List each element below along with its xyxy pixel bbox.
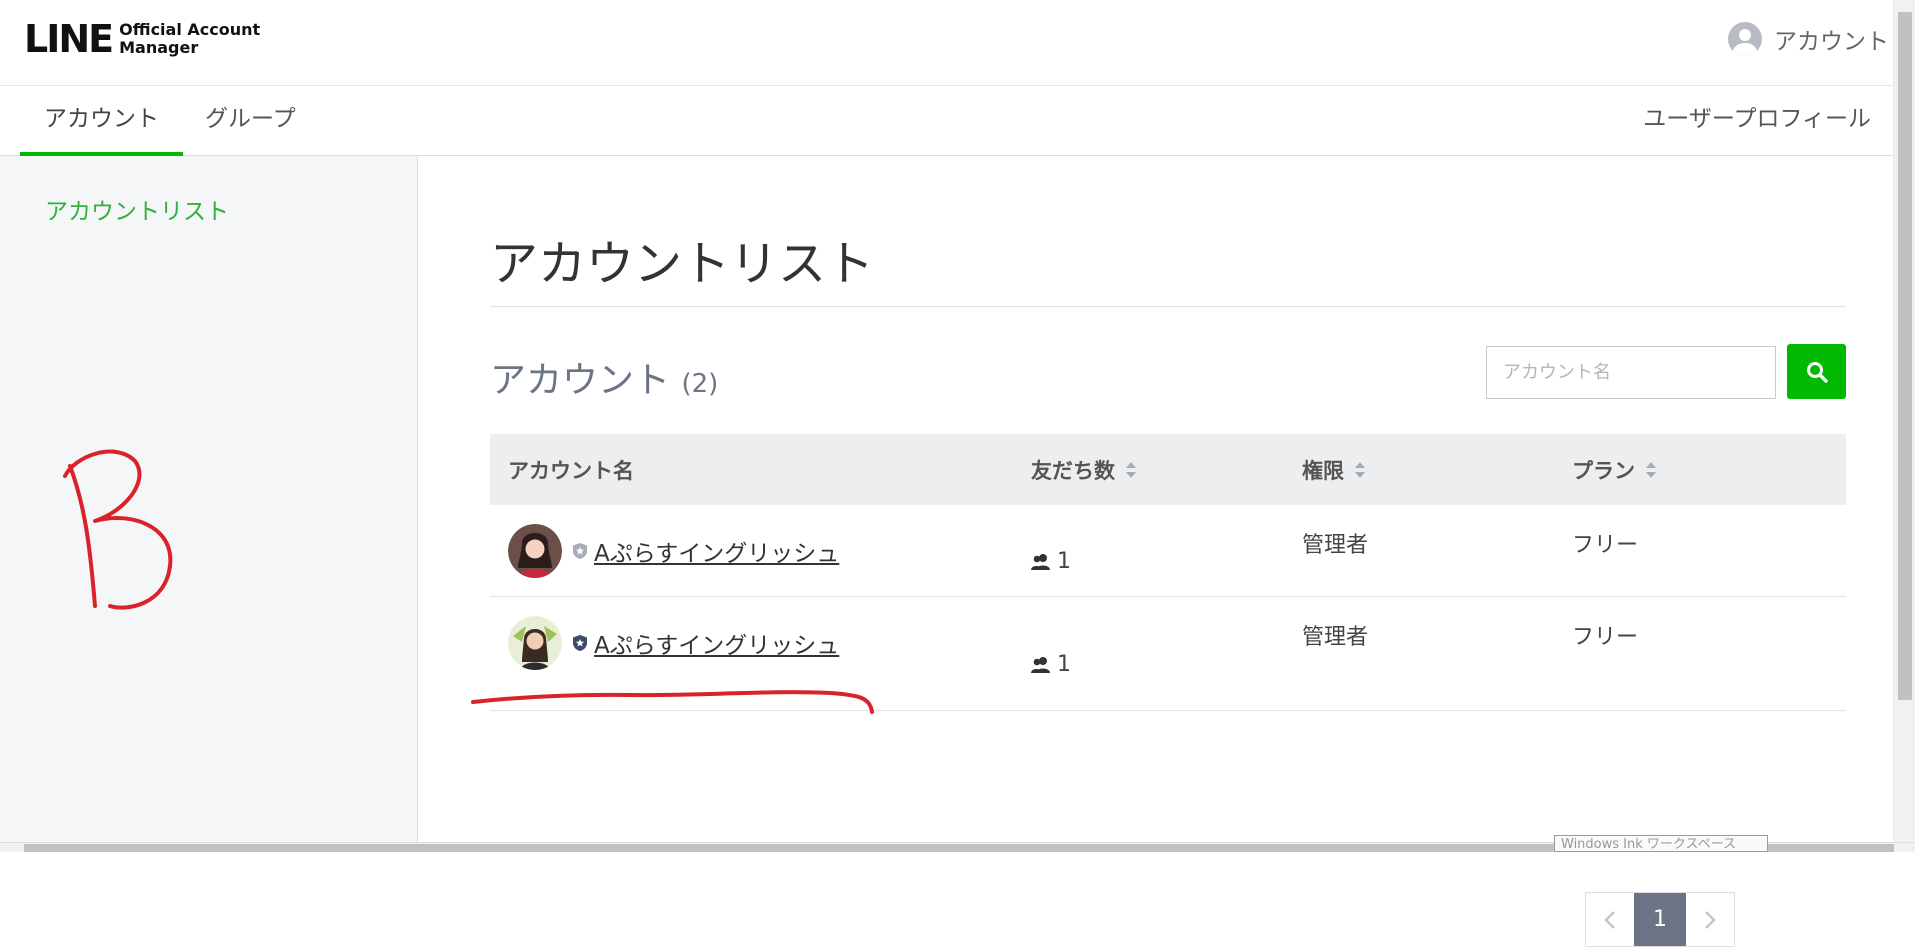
friends-icon	[1031, 656, 1051, 674]
account-name-link[interactable]: Aぷらすイングリッシュ	[594, 626, 839, 660]
windows-ink-tooltip: Windows Ink ワークスペース	[1554, 835, 1768, 852]
role-cell: 管理者	[1302, 533, 1369, 558]
page-title: アカウントリスト	[490, 236, 875, 292]
logo-wordmark: LINE	[24, 17, 114, 61]
friends-icon	[1031, 553, 1051, 571]
column-header-friends[interactable]: 友だち数	[1031, 455, 1302, 485]
chevron-left-icon	[1604, 910, 1615, 929]
pagination: 1	[1585, 892, 1735, 947]
table-row: Aぷらすイングリッシュ 1 管理者 フリー	[490, 505, 1846, 597]
section-title: アカウント (2)	[490, 351, 718, 403]
search-icon	[1806, 361, 1828, 383]
vertical-scroll-thumb[interactable]	[1898, 12, 1912, 700]
tab-group[interactable]: グループ	[181, 86, 320, 156]
line-oa-manager-logo[interactable]: LINE Official Account Manager	[24, 20, 260, 58]
page-1-button[interactable]: 1	[1634, 893, 1686, 946]
sidebar: アカウントリスト	[0, 156, 418, 842]
prev-page-button[interactable]	[1586, 893, 1634, 946]
vertical-scrollbar[interactable]	[1893, 0, 1915, 842]
accounts-table: アカウント名 友だち数 権限 プラン Aぷらすイングリッシュ 1 管理者 フリー…	[490, 434, 1846, 711]
role-cell: 管理者	[1302, 625, 1369, 650]
chevron-right-icon	[1705, 910, 1716, 929]
account-name-link[interactable]: Aぷらすイングリッシュ	[594, 534, 839, 568]
logo-subtitle: Official Account Manager	[119, 21, 260, 57]
top-nav: アカウント グループ ユーザープロフィール	[0, 86, 1893, 156]
account-name-cell: Aぷらすイングリッシュ	[490, 505, 1031, 579]
account-search-input[interactable]	[1486, 346, 1776, 399]
search-button[interactable]	[1787, 344, 1846, 399]
tab-account[interactable]: アカウント	[20, 86, 183, 156]
account-menu-label: アカウント	[1774, 29, 1889, 55]
handwritten-underline-annotation	[471, 690, 874, 714]
logo-subtitle-line1: Official Account	[119, 20, 261, 39]
next-page-button[interactable]	[1686, 893, 1734, 946]
account-count: (2)	[681, 369, 719, 399]
account-avatar[interactable]	[508, 616, 562, 670]
friends-count-cell: 1	[1031, 505, 1302, 596]
user-avatar-icon	[1728, 22, 1762, 56]
shield-badge-icon	[572, 542, 588, 560]
friends-count-cell: 1	[1031, 597, 1302, 710]
account-avatar[interactable]	[508, 524, 562, 578]
table-header: アカウント名 友だち数 権限 プラン	[490, 434, 1846, 505]
sidebar-item-account-list[interactable]: アカウントリスト	[45, 192, 229, 226]
section-title-label: アカウント	[490, 360, 671, 401]
column-header-role[interactable]: 権限	[1302, 455, 1572, 485]
column-header-plan[interactable]: プラン	[1572, 455, 1846, 485]
plan-cell: フリー	[1572, 533, 1639, 558]
logo-subtitle-line2: Manager	[119, 38, 199, 57]
sort-icon	[1646, 461, 1656, 478]
sort-icon	[1355, 461, 1365, 478]
shield-badge-icon	[572, 634, 588, 652]
friends-count: 1	[1057, 652, 1071, 677]
title-divider	[490, 306, 1846, 307]
account-menu[interactable]: アカウント	[1728, 22, 1889, 56]
handwritten-b-annotation	[63, 449, 173, 610]
sort-icon	[1126, 461, 1136, 478]
account-name-cell: Aぷらすイングリッシュ	[490, 597, 1031, 671]
column-header-account-name: アカウント名	[508, 458, 634, 483]
top-header: LINE Official Account Manager アカウント	[0, 0, 1893, 86]
friends-count: 1	[1057, 549, 1071, 574]
user-profile-link[interactable]: ユーザープロフィール	[1643, 86, 1871, 152]
plan-cell: フリー	[1572, 625, 1639, 650]
